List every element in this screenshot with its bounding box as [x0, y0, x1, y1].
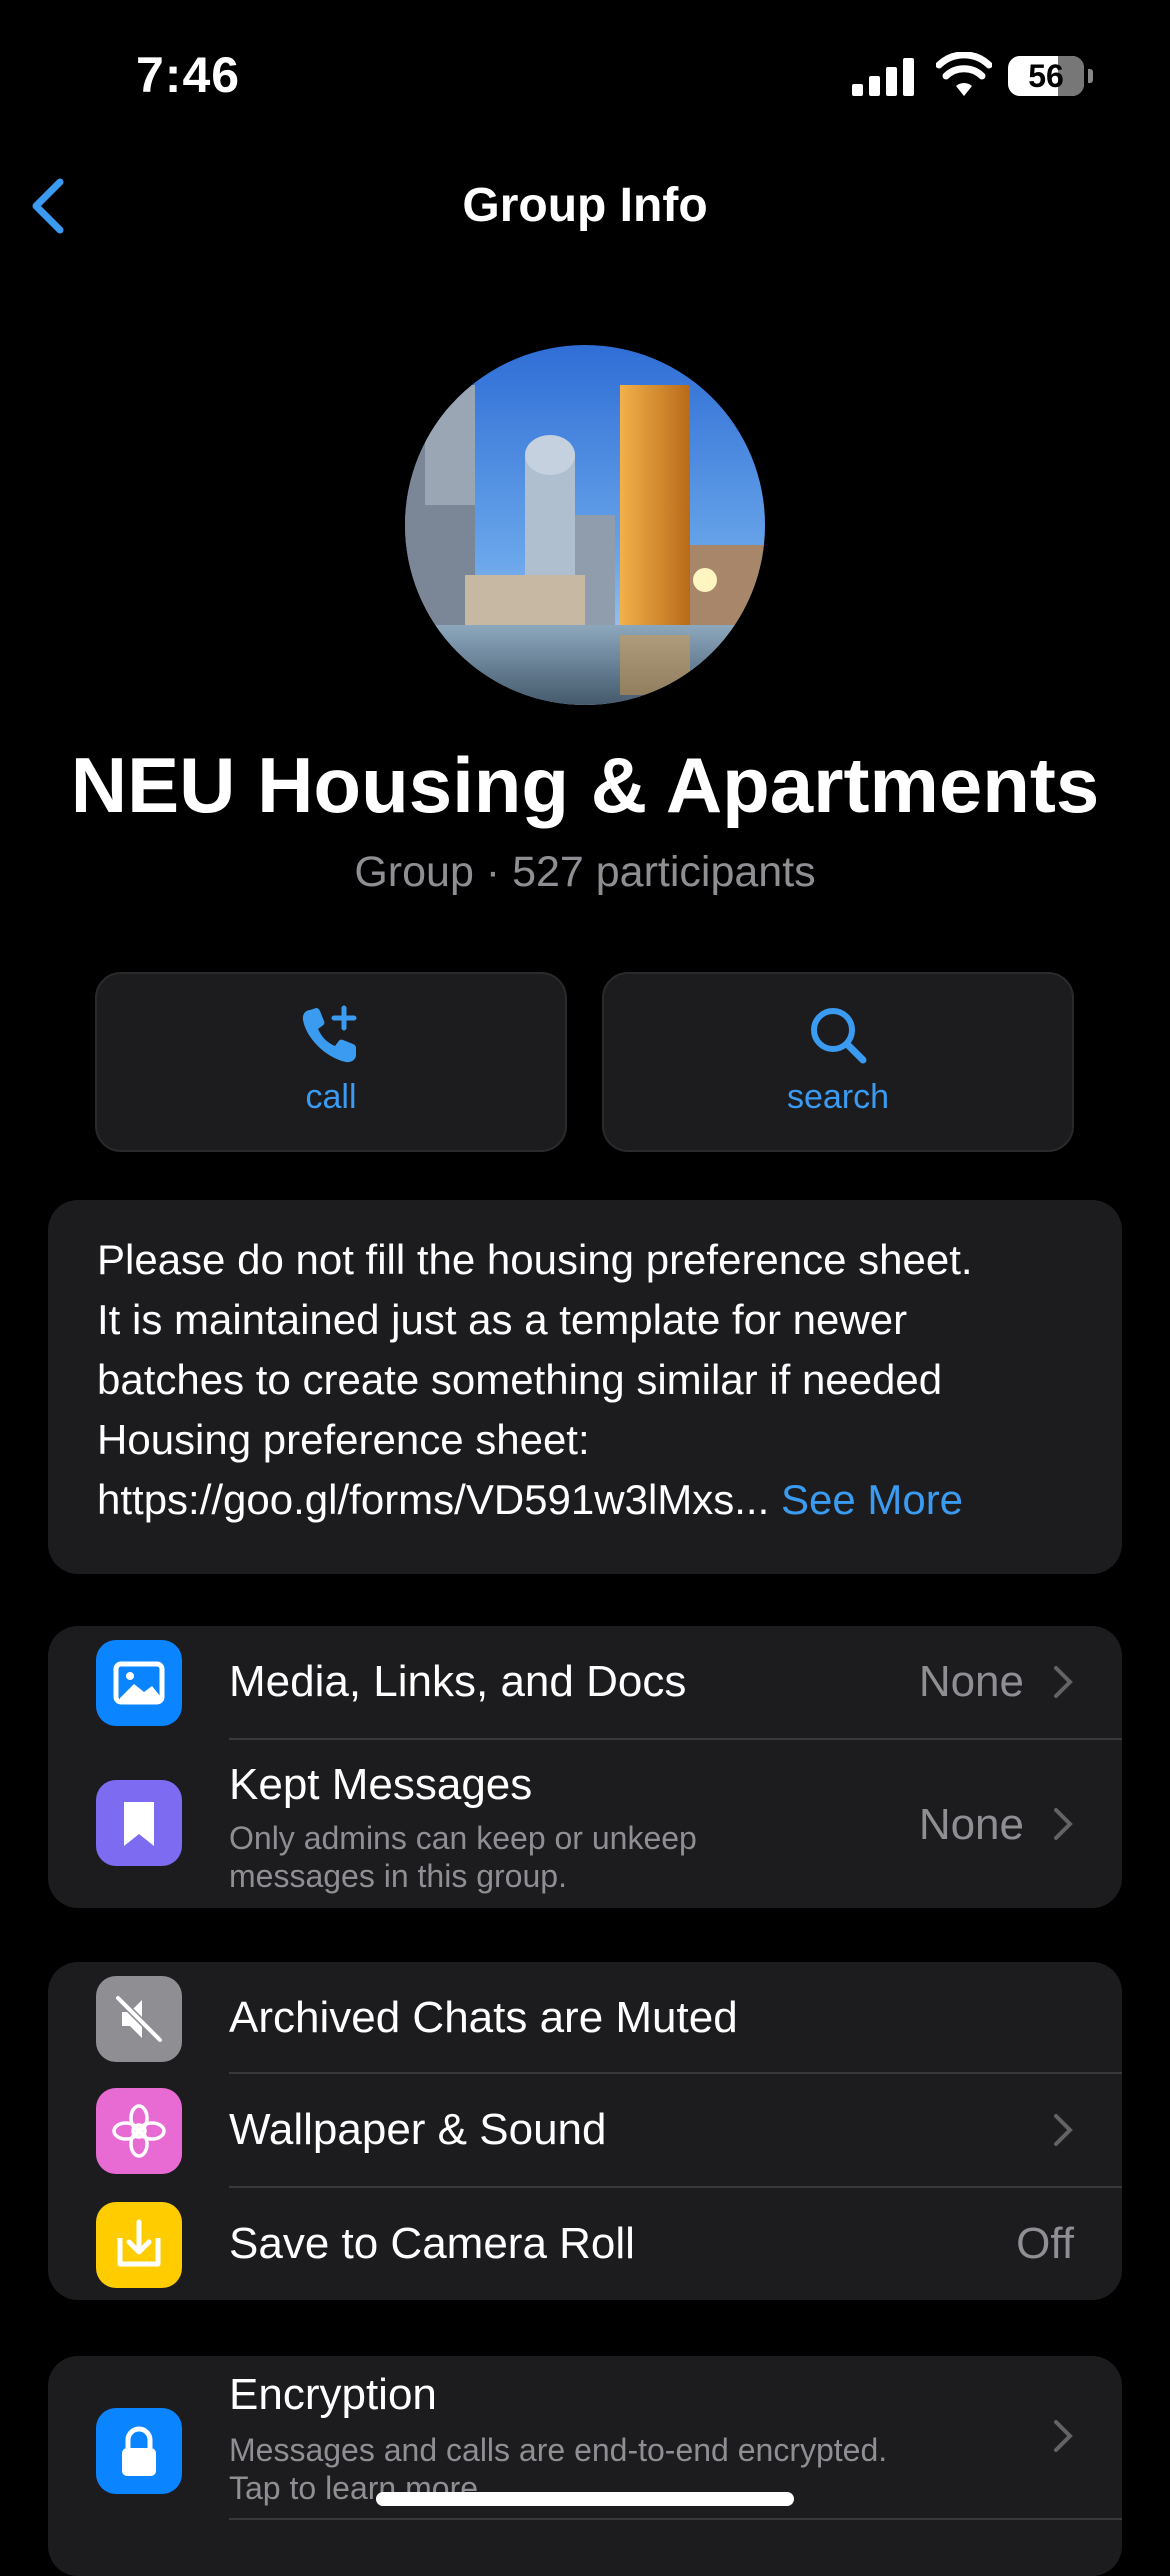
chevron-right-icon — [1054, 2420, 1073, 2452]
media-count: None — [918, 1657, 1024, 1706]
save-camera-roll-value: Off — [1016, 2219, 1074, 2268]
home-indicator[interactable] — [376, 2492, 794, 2506]
media-links-docs-row[interactable]: Media, Links, and Docs None — [48, 1626, 1122, 1738]
kept-messages-count: None — [918, 1800, 1024, 1849]
description-line: It is maintained just as a template for … — [97, 1296, 908, 1343]
wallpaper-sound-label: Wallpaper & Sound — [229, 2105, 607, 2154]
archived-chats-row[interactable]: Archived Chats are Muted — [48, 1962, 1122, 2074]
chevron-right-icon — [1054, 1666, 1073, 1698]
bookmark-icon — [96, 1780, 182, 1866]
call-label: call — [305, 1078, 357, 1116]
media-links-docs-label: Media, Links, and Docs — [229, 1657, 687, 1706]
lock-icon — [96, 2408, 182, 2494]
description-link[interactable]: https://goo.gl/forms/VD591w3lMxs... — [97, 1476, 769, 1523]
search-button[interactable]: search — [602, 972, 1074, 1152]
phone-add-icon — [302, 1005, 357, 1063]
wallpaper-sound-row[interactable]: Wallpaper & Sound — [48, 2074, 1122, 2188]
battery-level: 56 — [1028, 58, 1064, 94]
kept-messages-subtitle: Only admins can keep or unkeep — [229, 1820, 697, 1856]
status-time: 7:46 — [136, 47, 241, 103]
save-camera-roll-row[interactable]: Save to Camera Roll Off — [48, 2188, 1122, 2300]
save-camera-roll-label: Save to Camera Roll — [229, 2219, 635, 2268]
kept-messages-label: Kept Messages — [229, 1760, 533, 1809]
cellular-signal-icon — [852, 58, 914, 96]
description-line: Housing preference sheet: — [97, 1416, 590, 1463]
call-button[interactable]: call — [95, 972, 567, 1152]
download-icon — [96, 2202, 182, 2288]
group-description[interactable]: Please do not fill the housing preferenc… — [48, 1200, 1122, 1574]
wifi-icon — [936, 52, 992, 96]
encryption-section: Encryption Messages and calls are end-to… — [48, 2356, 1122, 2576]
flower-icon — [96, 2088, 182, 2174]
archived-chats-label: Archived Chats are Muted — [229, 1993, 738, 2042]
encryption-label: Encryption — [229, 2370, 437, 2419]
search-icon — [811, 1008, 867, 1064]
mute-icon — [96, 1976, 182, 2062]
kept-messages-row[interactable]: Kept Messages Only admins can keep or un… — [48, 1740, 1122, 1908]
group-name: NEU Housing & Apartments — [70, 741, 1100, 829]
search-label: search — [786, 1078, 890, 1116]
page-title: Group Info — [462, 179, 708, 232]
chevron-right-icon — [1054, 2114, 1073, 2146]
encryption-subtitle: Messages and calls are end-to-end encryp… — [229, 2432, 888, 2468]
kept-messages-subtitle: messages in this group. — [229, 1858, 567, 1894]
media-section: Media, Links, and Docs None Kept Message… — [48, 1626, 1122, 1908]
battery-icon: 56 — [1008, 56, 1093, 98]
settings-section: Archived Chats are Muted Wallpaper & Sou… — [48, 1962, 1122, 2300]
description-line: Please do not fill the housing preferenc… — [97, 1236, 973, 1283]
see-more-link[interactable]: See More — [781, 1476, 963, 1523]
chevron-right-icon — [1054, 1808, 1073, 1840]
group-participants: Group · 527 participants — [354, 848, 816, 896]
group-avatar[interactable] — [405, 345, 765, 705]
description-line: batches to create something similar if n… — [97, 1356, 943, 1403]
photo-icon — [96, 1640, 182, 1726]
